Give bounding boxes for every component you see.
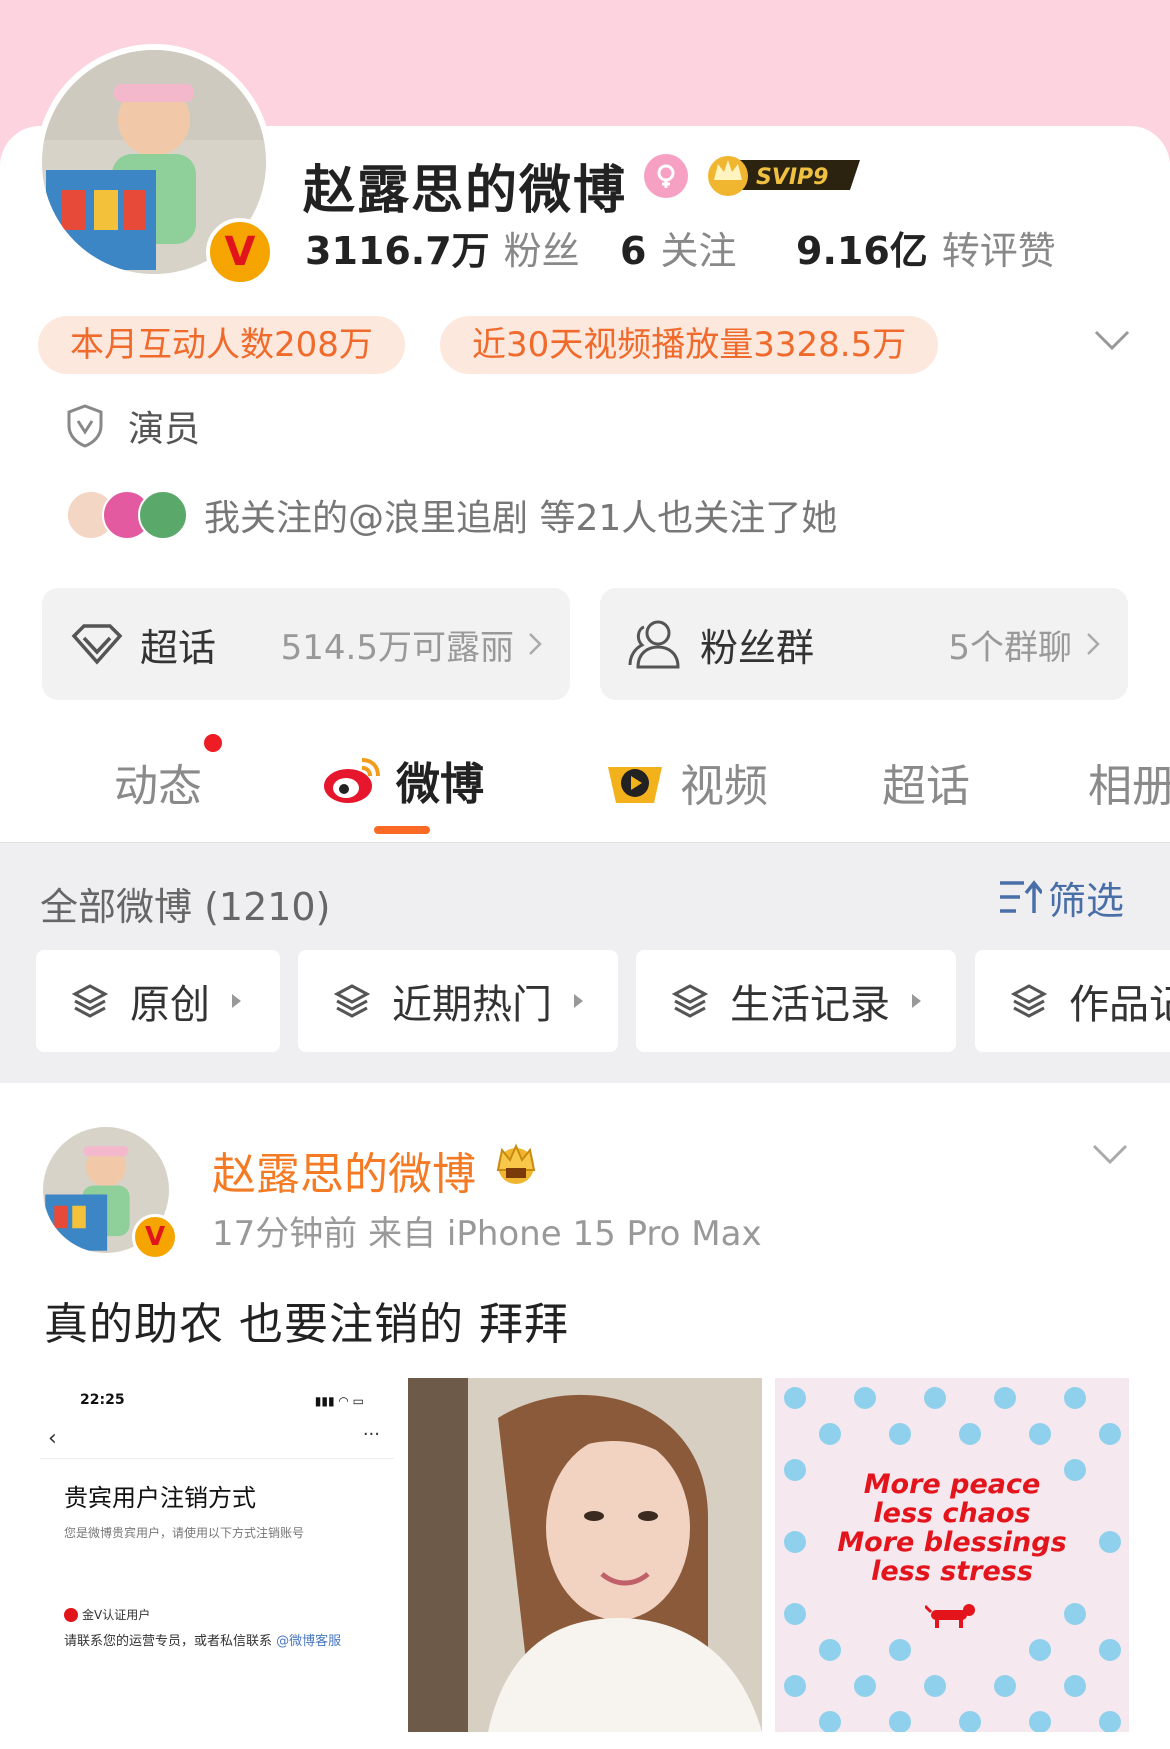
chip-works-record[interactable]: 作品记录 xyxy=(975,950,1170,1052)
weibo-logo-icon xyxy=(324,758,380,803)
post-author-name[interactable]: 赵露思的微博 xyxy=(212,1138,476,1202)
tab-weibo[interactable]: 微博 xyxy=(322,748,484,812)
stat-fans[interactable]: 3116.7万 粉丝 xyxy=(305,220,580,275)
diamond-icon xyxy=(71,624,123,665)
tab-dynamic[interactable]: 动态 xyxy=(114,750,202,814)
tab-album[interactable]: 相册 xyxy=(1088,750,1170,814)
fan-group-title: 粉丝群 xyxy=(700,625,815,670)
caret-right-icon xyxy=(912,994,921,1008)
mutual-followers-text: 我关注的@浪里追剧 等21人也关注了她 xyxy=(204,498,838,539)
group-users-icon xyxy=(628,620,680,669)
gold-v-row: 金V认证用户 xyxy=(64,1606,150,1623)
screenshot-contact: 请联系您的运营专员，或者私信联系 @微博客服 xyxy=(64,1634,342,1649)
stat-following[interactable]: 6 关注 xyxy=(620,220,736,275)
post-menu-chevron-down-icon[interactable] xyxy=(1092,1144,1128,1166)
layers-icon xyxy=(672,984,708,1018)
screenshot-time: 22:25 xyxy=(80,1392,125,1408)
caret-right-icon xyxy=(574,994,583,1008)
tab-weibo-label: 微博 xyxy=(396,759,484,810)
chevron-right-icon xyxy=(529,633,542,655)
super-topic-detail: 514.5万可露丽 xyxy=(280,627,514,668)
caret-right-icon xyxy=(232,994,241,1008)
svip-crown-icon xyxy=(496,1143,536,1184)
chip-recent-hot[interactable]: 近期热门 xyxy=(298,950,618,1052)
tab-super-topic-label: 超话 xyxy=(882,761,970,812)
expand-chevron-down-icon[interactable] xyxy=(1094,330,1130,352)
chip-works-record-label: 作品记录 xyxy=(1069,982,1170,1028)
chip-original[interactable]: 原创 xyxy=(36,950,280,1052)
super-topic-box[interactable]: 超话 514.5万可露丽 xyxy=(42,588,570,700)
post-image-quote[interactable]: More peace less chaos More blessings les… xyxy=(775,1378,1129,1732)
verified-v-badge: V xyxy=(132,1214,178,1260)
mutual-avatar xyxy=(138,490,188,540)
video-play-icon xyxy=(608,767,662,803)
back-arrow-icon: ‹ xyxy=(48,1426,57,1451)
chip-original-label: 原创 xyxy=(130,982,210,1028)
chip-life-record[interactable]: 生活记录 xyxy=(636,950,956,1052)
layers-icon xyxy=(334,984,370,1018)
certification-label: 演员 xyxy=(128,409,201,450)
profile-name: 赵露思的微博 xyxy=(303,161,628,221)
active-tab-indicator xyxy=(374,826,430,834)
screenshot-subtitle: 您是微博贵宾用户，请使用以下方式注销账号 xyxy=(64,1526,305,1540)
chevron-right-icon xyxy=(1087,633,1100,655)
post-image-selfie[interactable] xyxy=(408,1378,762,1732)
verified-v-badge: V xyxy=(206,218,274,286)
fan-group-detail: 5个群聊 xyxy=(948,627,1072,668)
female-icon xyxy=(644,154,688,198)
filter-sort-icon xyxy=(1000,880,1042,913)
tab-super-topic[interactable]: 超话 xyxy=(882,750,970,814)
tab-dynamic-label: 动态 xyxy=(114,761,202,812)
shield-icon xyxy=(67,404,103,448)
layers-icon xyxy=(1011,984,1047,1018)
all-weibo-count: 全部微博 (1210) xyxy=(40,885,331,929)
post-meta: 17分钟前 来自 iPhone 15 Pro Max xyxy=(212,1214,762,1254)
fan-group-box[interactable]: 粉丝群 5个群聊 xyxy=(600,588,1128,700)
chip-life-record-label: 生活记录 xyxy=(730,982,890,1028)
selfie-photo xyxy=(408,1378,762,1732)
pill-video-plays[interactable]: 近30天视频播放量3328.5万 xyxy=(440,316,939,374)
pill-monthly-interactions[interactable]: 本月互动人数208万 xyxy=(38,316,405,374)
more-dots-icon: ··· xyxy=(362,1424,380,1445)
post-image-screenshot[interactable]: 22:25 ▮▮▮ ◠ ▭ ‹ ··· 贵宾用户注销方式 您是微博贵宾用户，请使… xyxy=(40,1378,394,1732)
tab-album-label: 相册 xyxy=(1088,761,1170,812)
mutual-followers-row[interactable]: 我关注的@浪里追剧 等21人也关注了她 xyxy=(66,486,837,544)
notification-dot xyxy=(204,734,222,752)
dachshund-icon xyxy=(925,1604,975,1628)
filter-button[interactable]: 筛选 xyxy=(998,872,1125,923)
svip-label: SVIP9 xyxy=(756,165,829,190)
tab-video[interactable]: 视频 xyxy=(604,750,768,814)
layers-icon xyxy=(72,984,108,1018)
svip-badge[interactable]: SVIP9 xyxy=(704,152,862,196)
super-topic-title: 超话 xyxy=(140,625,217,670)
post-text: 真的助农 也要注销的 拜拜 xyxy=(44,1299,569,1350)
verified-dot-icon xyxy=(64,1607,78,1622)
chip-recent-hot-label: 近期热门 xyxy=(392,982,552,1028)
status-icons: ▮▮▮ ◠ ▭ xyxy=(314,1394,364,1408)
quote-text: More peace less chaos More blessings les… xyxy=(837,1469,1067,1587)
tab-video-label: 视频 xyxy=(680,761,768,812)
screenshot-title: 贵宾用户注销方式 xyxy=(64,1484,256,1512)
filter-label: 筛选 xyxy=(1048,878,1125,923)
stat-interactions[interactable]: 9.16亿 转评赞 xyxy=(796,220,1056,275)
certification-row: 演员 xyxy=(66,404,200,450)
